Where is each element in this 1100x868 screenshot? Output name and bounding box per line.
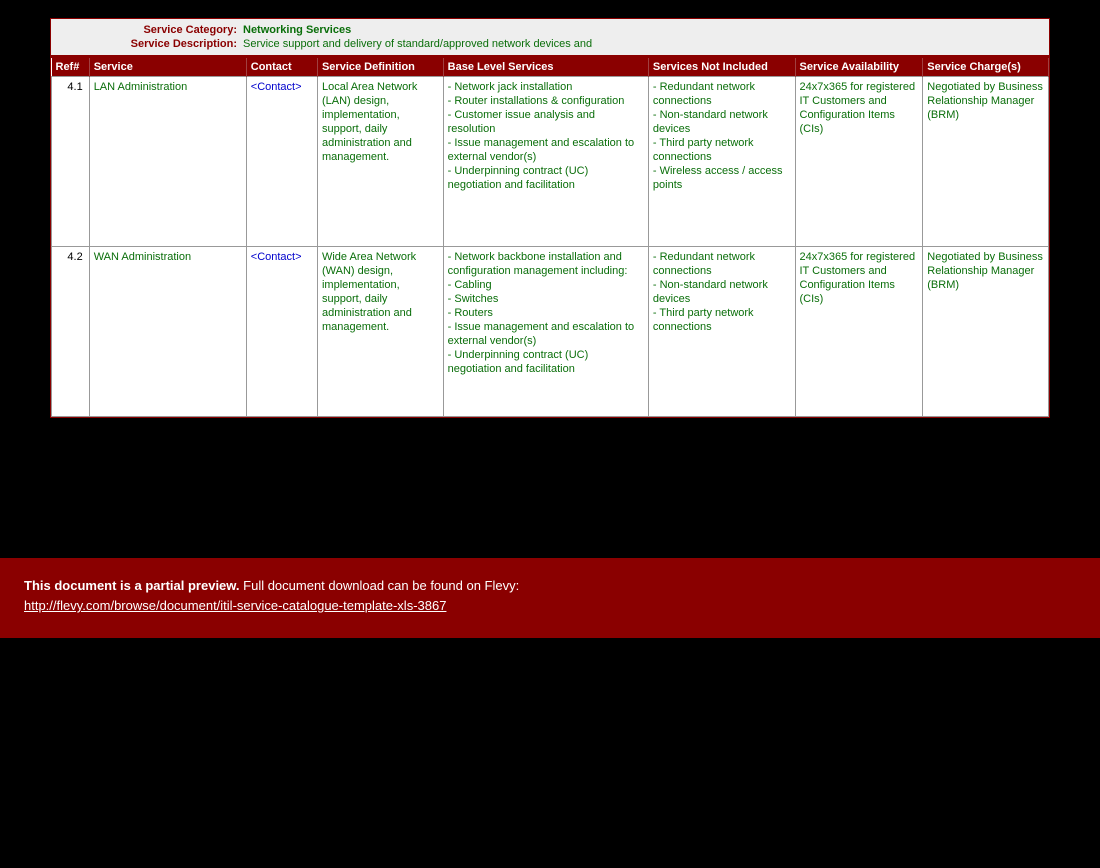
meta-block: Service Category: Networking Services Se… xyxy=(51,19,1049,58)
service-table: Ref# Service Contact Service Definition … xyxy=(51,58,1049,417)
footer-link[interactable]: http://flevy.com/browse/document/itil-se… xyxy=(24,598,446,613)
description-label: Service Description: xyxy=(57,37,243,51)
header-ref: Ref# xyxy=(52,58,90,77)
cell-availability: 24x7x365 for registered IT Customers and… xyxy=(795,77,923,247)
cell-contact: <Contact> xyxy=(246,247,317,417)
preview-footer: This document is a partial preview. Full… xyxy=(0,558,1100,638)
category-label: Service Category: xyxy=(57,23,243,37)
table-row: 4.1LAN Administration<Contact>Local Area… xyxy=(52,77,1049,247)
footer-rest: Full document download can be found on F… xyxy=(240,578,520,593)
header-charges: Service Charge(s) xyxy=(923,58,1049,77)
table-row: 4.2WAN Administration<Contact>Wide Area … xyxy=(52,247,1049,417)
cell-base: - Network backbone installation and conf… xyxy=(443,247,648,417)
header-base: Base Level Services xyxy=(443,58,648,77)
header-service: Service xyxy=(89,58,246,77)
footer-bold: This document is a partial preview. xyxy=(24,578,240,593)
cell-definition: Local Area Network (LAN) design, impleme… xyxy=(317,77,443,247)
cell-service: LAN Administration xyxy=(89,77,246,247)
cell-not-included: - Redundant network connections - Non-st… xyxy=(648,247,795,417)
cell-base: - Network jack installation - Router ins… xyxy=(443,77,648,247)
header-availability: Service Availability xyxy=(795,58,923,77)
service-catalogue-sheet: Service Category: Networking Services Se… xyxy=(50,18,1050,418)
cell-charges: Negotiated by Business Relationship Mana… xyxy=(923,77,1049,247)
cell-charges: Negotiated by Business Relationship Mana… xyxy=(923,247,1049,417)
cell-contact: <Contact> xyxy=(246,77,317,247)
cell-definition: Wide Area Network (WAN) design, implemen… xyxy=(317,247,443,417)
description-value: Service support and delivery of standard… xyxy=(243,37,592,51)
header-not-included: Services Not Included xyxy=(648,58,795,77)
header-contact: Contact xyxy=(246,58,317,77)
cell-service: WAN Administration xyxy=(89,247,246,417)
category-value: Networking Services xyxy=(243,23,351,37)
cell-not-included: - Redundant network connections - Non-st… xyxy=(648,77,795,247)
header-row: Ref# Service Contact Service Definition … xyxy=(52,58,1049,77)
cell-ref: 4.1 xyxy=(52,77,90,247)
cell-ref: 4.2 xyxy=(52,247,90,417)
cell-availability: 24x7x365 for registered IT Customers and… xyxy=(795,247,923,417)
header-definition: Service Definition xyxy=(317,58,443,77)
